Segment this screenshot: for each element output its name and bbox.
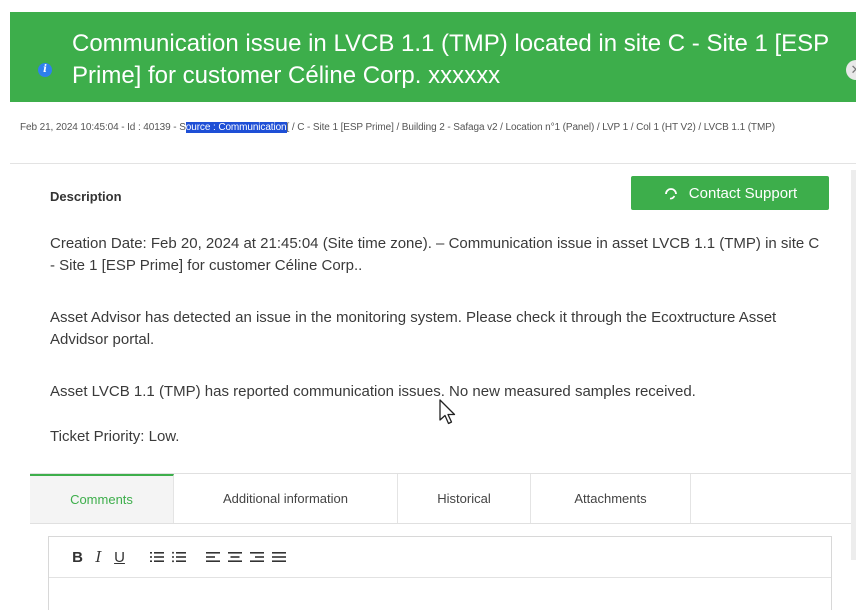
divider: [10, 163, 856, 164]
ticket-priority: Ticket Priority: Low.: [50, 428, 180, 445]
description-paragraph: Asset Advisor has detected an issue in t…: [50, 309, 777, 348]
breadcrumb: Feb 21, 2024 10:45:04 - Id : 40139 - Sou…: [20, 121, 820, 135]
info-icon: i: [38, 63, 52, 77]
bold-button[interactable]: B: [67, 549, 88, 566]
detail-tabs: Comments Additional information Historic…: [30, 473, 856, 524]
description-paragraph: Creation Date: Feb 20, 2024 at 21:45:04 …: [50, 235, 820, 274]
notification-header: i Communication issue in LVCB 1.1 (TMP) …: [10, 12, 856, 102]
align-center-icon[interactable]: [228, 551, 242, 563]
align-left-icon[interactable]: [206, 551, 220, 563]
bullet-list-icon[interactable]: [172, 551, 186, 563]
editor-toolbar: B I U: [49, 537, 831, 578]
ordered-list-icon[interactable]: [150, 551, 164, 563]
breadcrumb-path: [ / C - Site 1 [ESP Prime] / Building 2 …: [286, 122, 776, 133]
contact-support-label: Contact Support: [688, 184, 798, 202]
underline-button[interactable]: U: [109, 549, 130, 566]
tab-attachments[interactable]: Attachments: [531, 474, 691, 523]
align-justify-icon[interactable]: [272, 551, 286, 563]
scrollbar[interactable]: [851, 170, 856, 560]
tab-comments[interactable]: Comments: [30, 474, 174, 523]
tab-additional-information[interactable]: Additional information: [174, 474, 398, 523]
headset-icon: [664, 188, 677, 200]
description-label: Description: [50, 189, 122, 204]
mouse-pointer-icon: [439, 399, 456, 425]
align-right-icon[interactable]: [250, 551, 264, 563]
comment-editor[interactable]: B I U: [48, 536, 832, 610]
close-icon[interactable]: ✕: [846, 60, 856, 80]
tab-historical[interactable]: Historical: [398, 474, 531, 523]
breadcrumb-source-selected[interactable]: ource : Communication: [185, 122, 287, 133]
italic-button[interactable]: I: [88, 548, 109, 566]
contact-support-button[interactable]: Contact Support: [631, 176, 829, 210]
breadcrumb-prefix: Feb 21, 2024 10:45:04 - Id : 40139 - S: [20, 122, 186, 133]
ticket-title: Communication issue in LVCB 1.1 (TMP) lo…: [72, 30, 829, 89]
